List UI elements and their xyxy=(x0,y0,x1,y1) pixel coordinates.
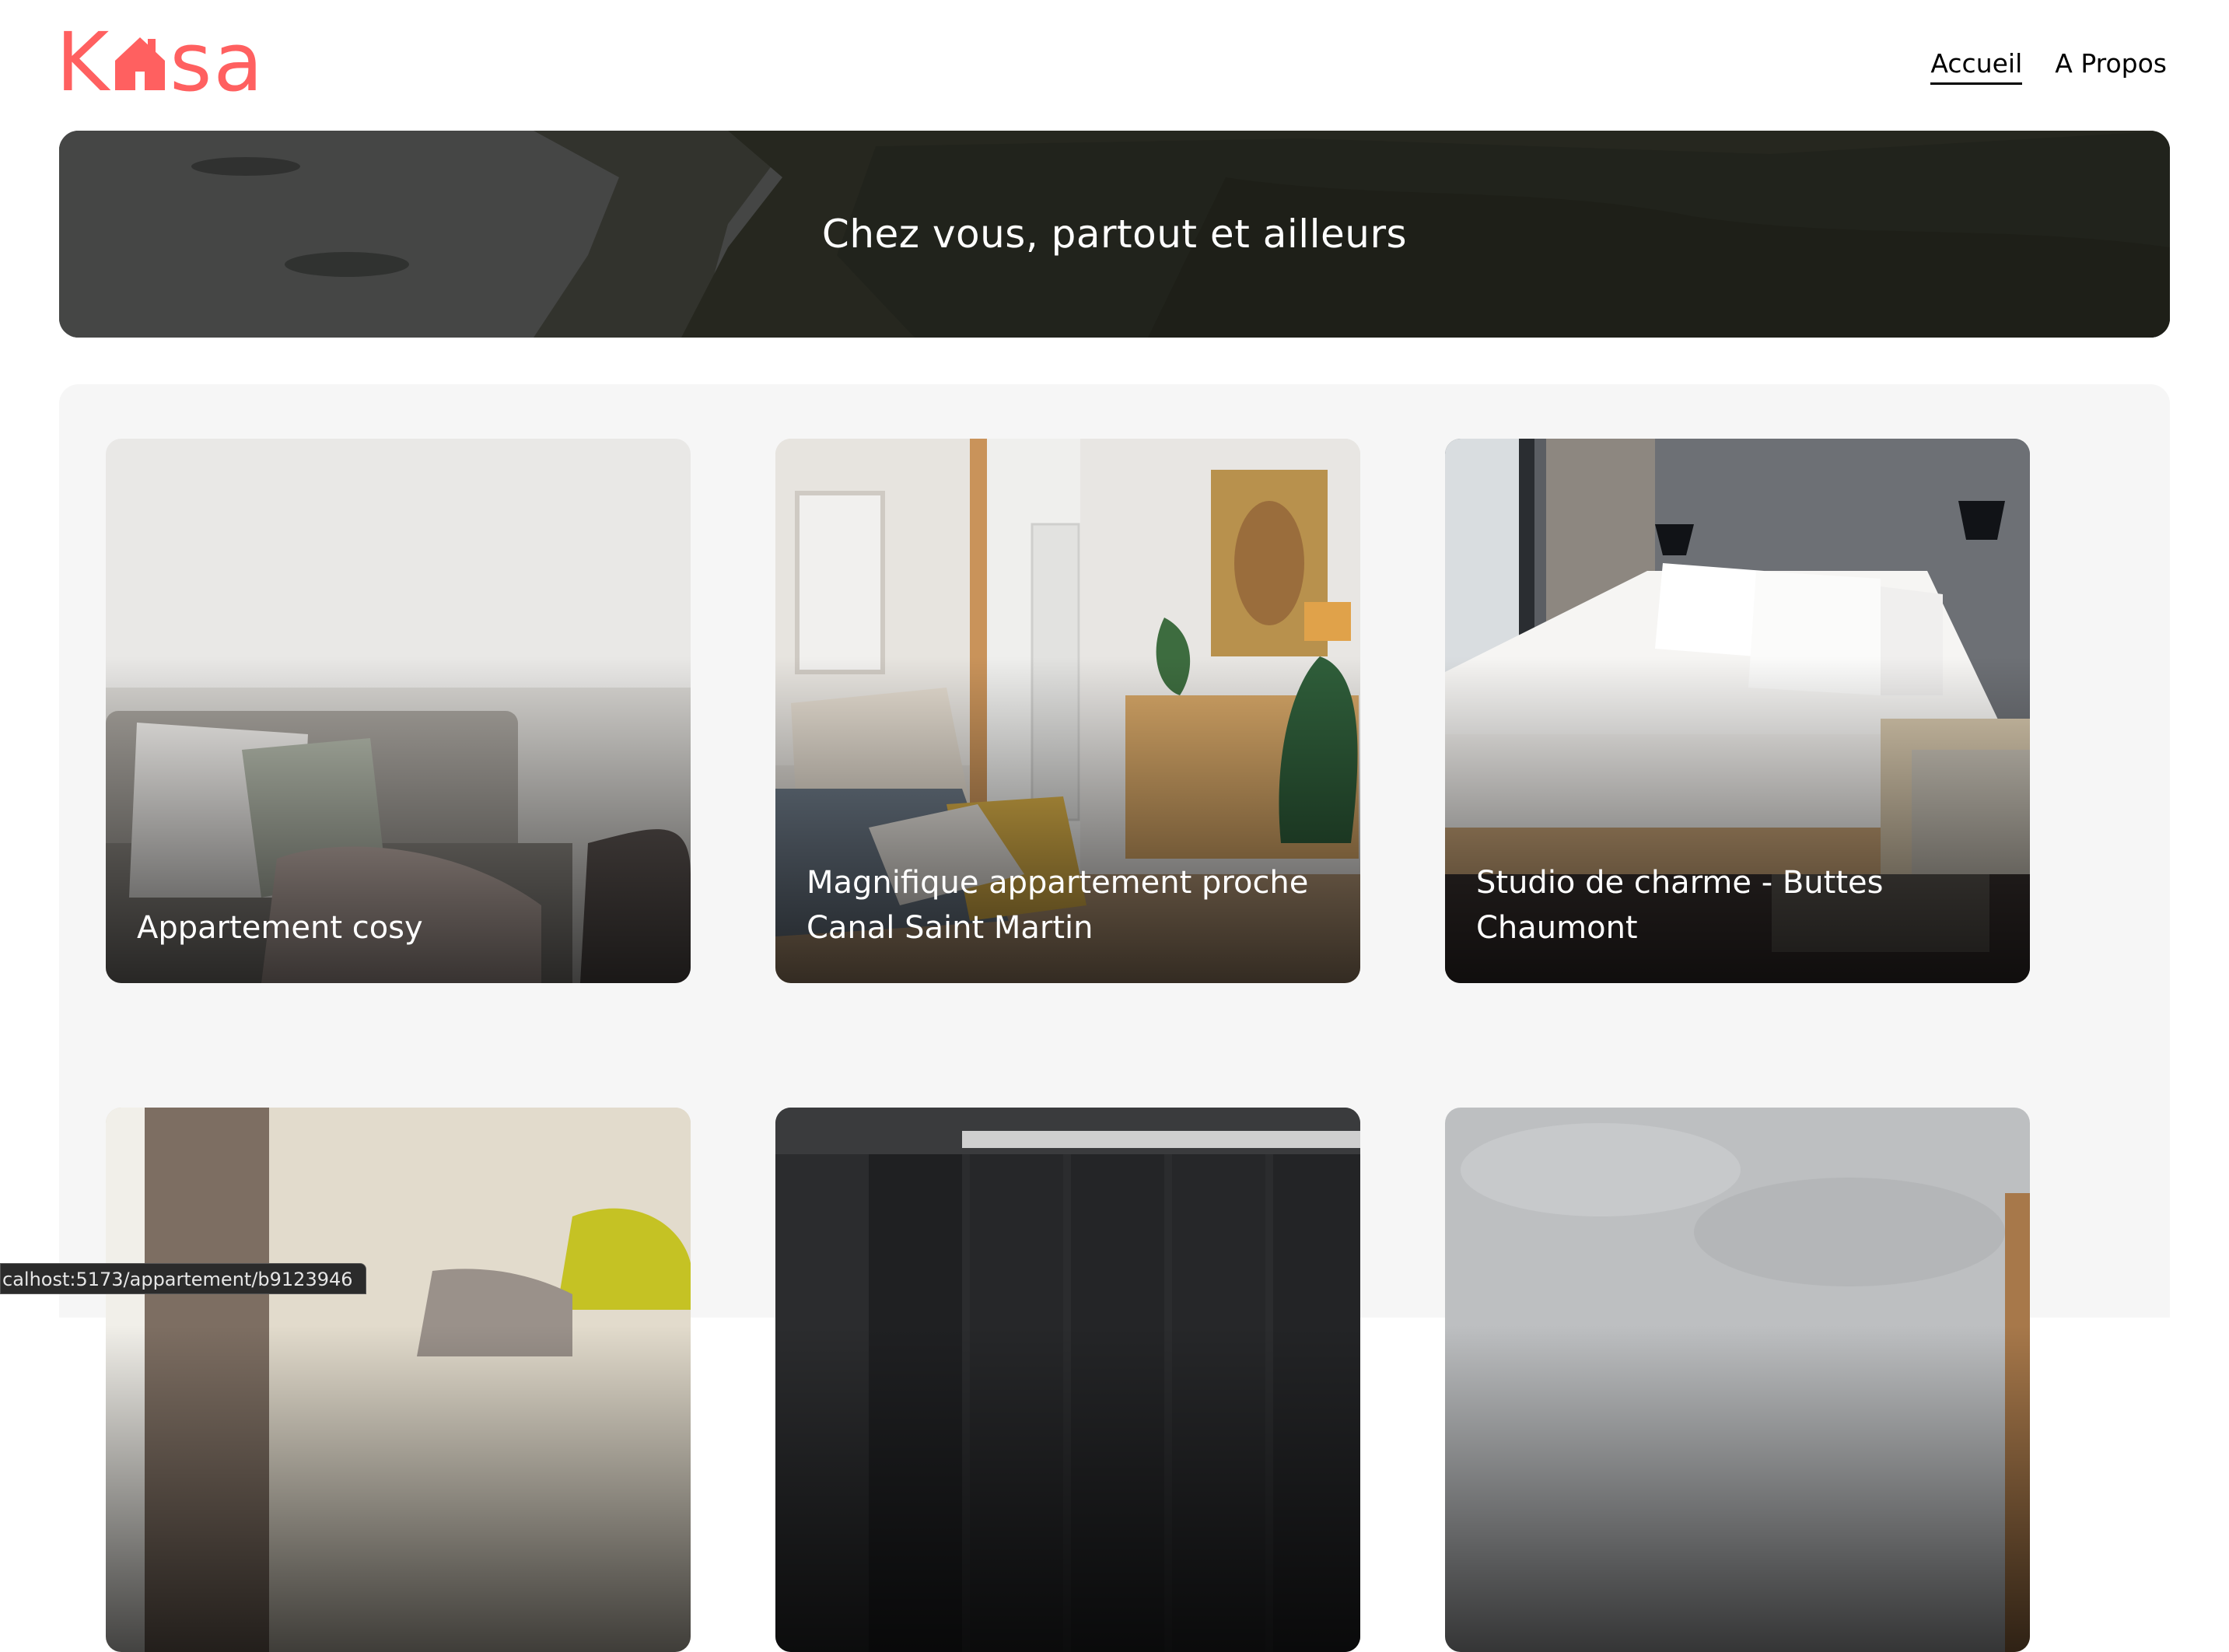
house-icon xyxy=(115,37,166,90)
listing-title: Magnifique appartement proche Canal Sain… xyxy=(807,865,1309,946)
listings-gallery: Appartement cosy Magnifique appartement … xyxy=(59,384,2170,1652)
kasa-logo[interactable]: K sa xyxy=(56,15,265,110)
logo-letter-k: K xyxy=(56,15,111,110)
logo-letters-sa: sa xyxy=(170,15,265,110)
card-gradient xyxy=(106,1108,691,1652)
listing-card[interactable] xyxy=(775,1108,1360,1652)
nav-link-accueil[interactable]: Accueil xyxy=(1930,48,2023,85)
listing-title: Studio de charme - Buttes Chaumont xyxy=(1476,865,1884,946)
listing-title: Appartement cosy xyxy=(137,910,423,946)
listing-card[interactable]: Magnifique appartement proche Canal Sain… xyxy=(775,439,1360,983)
main-nav: Accueil A Propos xyxy=(1930,48,2167,85)
status-bar-url: calhost:5173/appartement/b9123946 xyxy=(0,1263,366,1294)
card-gradient xyxy=(106,439,691,983)
listing-card[interactable] xyxy=(106,1108,691,1652)
card-gradient xyxy=(1445,1108,2030,1652)
nav-link-a-propos[interactable]: A Propos xyxy=(2055,48,2167,85)
listing-card[interactable]: Appartement cosy xyxy=(106,439,691,983)
banner-title: Chez vous, partout et ailleurs xyxy=(821,212,1408,257)
hero-banner: Chez vous, partout et ailleurs xyxy=(59,131,2170,338)
site-header: K sa Accueil A Propos xyxy=(0,0,2229,124)
listing-card[interactable]: Studio de charme - Buttes Chaumont xyxy=(1445,439,2030,983)
card-gradient xyxy=(775,1108,1360,1652)
listing-card[interactable] xyxy=(1445,1108,2030,1652)
